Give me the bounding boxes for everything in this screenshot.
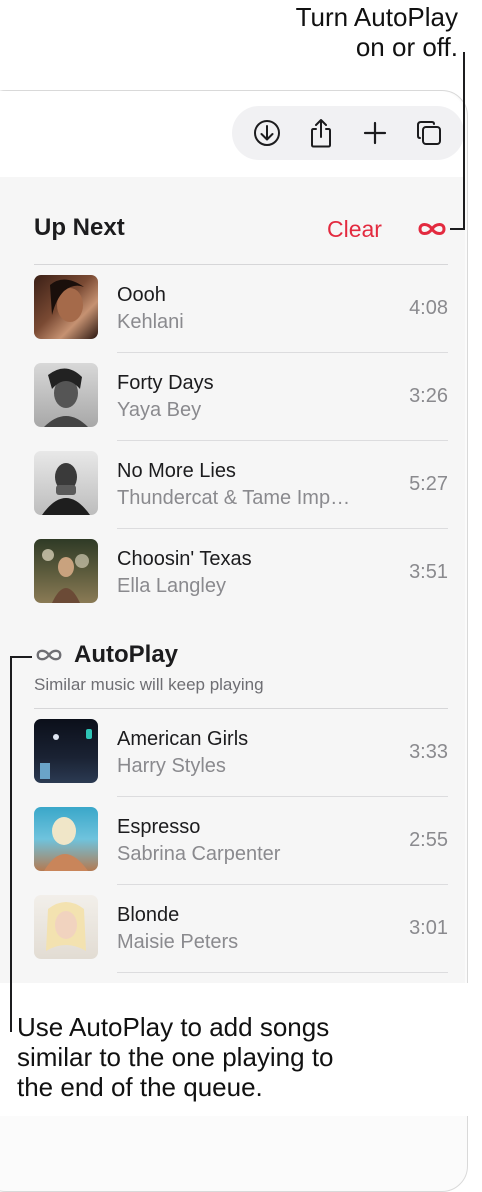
track-duration: 4:08 [409, 297, 448, 319]
track-artist: Ella Langley [117, 575, 226, 597]
queue-toolbar [232, 106, 464, 160]
track-title: Forty Days [117, 372, 214, 394]
track-duration: 3:26 [409, 385, 448, 407]
album-art [34, 807, 98, 871]
callout-line: Use AutoPlay to add songs [17, 1012, 330, 1042]
callout-line-top-horizontal [450, 228, 465, 230]
copy-button[interactable] [412, 116, 446, 150]
track-title: Choosin' Texas [117, 548, 252, 570]
infinity-icon [36, 649, 62, 661]
callout-line-bottom-vertical [10, 656, 12, 1032]
track-title: Blonde [117, 904, 180, 926]
album-art [34, 895, 98, 959]
track-row[interactable]: Forty Days Yaya Bey 3:26 [34, 353, 448, 441]
track-title: Espresso [117, 816, 201, 838]
track-artist: Thundercat & Tame Imp… [117, 487, 351, 509]
track-row[interactable]: Blonde Maisie Peters 3:01 [34, 885, 448, 973]
track-duration: 3:33 [409, 741, 448, 763]
download-button[interactable] [250, 116, 284, 150]
share-icon [311, 119, 331, 148]
track-duration: 3:51 [409, 561, 448, 583]
track-artist: Maisie Peters [117, 931, 239, 953]
share-button[interactable] [304, 116, 338, 150]
add-button[interactable] [358, 116, 392, 150]
track-artist: Sabrina Carpenter [117, 843, 281, 865]
album-art [34, 363, 98, 427]
track-duration: 5:27 [409, 473, 448, 495]
album-art [34, 719, 98, 783]
clear-button[interactable]: Clear [327, 216, 382, 243]
album-art [34, 539, 98, 603]
track-row[interactable]: Oooh Kehlani 4:08 [34, 265, 448, 353]
track-title: American Girls [117, 728, 249, 750]
autoplay-title: AutoPlay [74, 641, 179, 668]
album-art [34, 451, 98, 515]
track-title: No More Lies [117, 460, 236, 482]
track-row[interactable]: American Girls Harry Styles 3:33 [34, 709, 448, 797]
callout-autoplay-toggle: Turn AutoPlay on or off. [296, 2, 458, 62]
callout-line: the end of the queue. [17, 1072, 263, 1102]
autoplay-header: AutoPlay [34, 640, 178, 670]
track-artist: Harry Styles [117, 755, 226, 777]
callout-line: similar to the one playing to [17, 1042, 334, 1072]
track-row[interactable]: No More Lies Thundercat & Tame Imp… 5:27 [34, 441, 448, 529]
callout-line: Turn AutoPlay [295, 2, 458, 32]
track-artist: Kehlani [117, 311, 184, 333]
track-title: Oooh [117, 284, 166, 306]
up-next-title: Up Next [34, 214, 125, 241]
infinity-icon [418, 223, 446, 235]
track-artist: Yaya Bey [117, 399, 202, 421]
callout-line-top-vertical [463, 52, 465, 230]
row-divider [117, 972, 448, 973]
copy-icon [417, 121, 441, 145]
track-duration: 2:55 [409, 829, 448, 851]
add-icon [363, 121, 387, 145]
track-row[interactable]: Choosin' Texas Ella Langley 3:51 [34, 529, 448, 617]
album-art [34, 275, 98, 339]
autoplay-subtitle: Similar music will keep playing [34, 675, 264, 694]
callout-line: on or off. [355, 32, 458, 62]
track-duration: 3:01 [409, 917, 448, 939]
track-row[interactable]: Espresso Sabrina Carpenter 2:55 [34, 797, 448, 885]
download-icon [254, 120, 280, 146]
callout-autoplay-description: Use AutoPlay to add songs similar to the… [17, 1012, 477, 1102]
callout-line-bottom-horizontal [10, 656, 32, 658]
autoplay-toggle-button[interactable] [416, 216, 448, 242]
